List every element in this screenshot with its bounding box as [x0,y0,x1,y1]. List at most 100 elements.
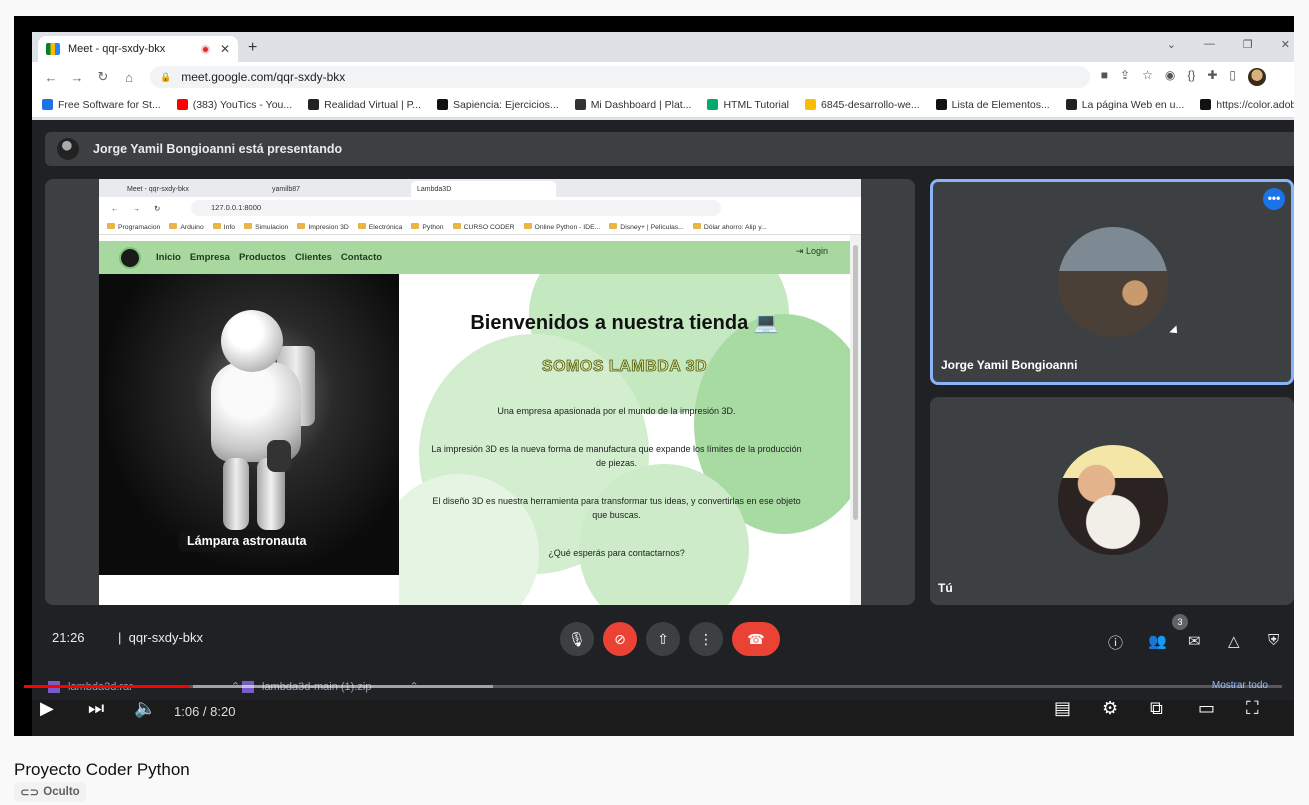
camera-off-icon[interactable]: ⊘ [603,622,637,656]
shared-scrollbar [850,235,861,605]
bookmark-favicon-icon [935,99,947,110]
chat-icon[interactable]: ✉ [1188,632,1201,650]
json-extension-icon[interactable]: {} [1187,68,1195,86]
bookmark-item[interactable]: Sapiencia: Ejercicios... [437,99,559,111]
profile-avatar[interactable] [1248,68,1266,86]
folder-icon [212,222,221,229]
site-nav-item: Contacto [340,252,383,263]
bookmark-favicon-icon [42,99,53,110]
tab-meet[interactable]: Meet - qqr-sxdy-bkx ✕ [38,36,238,62]
participant-tile-presenter[interactable]: ••• Jorge Yamil Bongioanni [930,179,1294,385]
site-nav-item: Empresa [189,252,230,263]
shared-favorites-bar: Programacion Arduino Info Simulacion Impresi… [99,219,861,235]
bookmark-item[interactable]: https://color.adobe.... [1200,99,1294,111]
participant-avatar [1058,227,1168,337]
minimize-icon[interactable]: — [1204,38,1215,51]
tab-search-icon[interactable]: ⌄ [1167,38,1176,51]
shared-favorite-item: Online Python - IDE... [523,222,600,231]
meet-controls-bar: 21:26 | qqr-sxdy-bkx 🎙 ⊘ ⇧ ⋮ ☎ ⓘ 👥 3 ✉ △… [32,614,1294,672]
presenter-avatar [57,138,79,160]
browser-toolbar: ← → ↻ ⌂ 🔒 meet.google.com/qqr-sxdy-bkx ■… [32,62,1294,92]
bookmark-item[interactable]: 6845-desarrollo-we... [805,99,920,111]
bookmark-item[interactable]: La página Web en u... [1065,99,1184,111]
host-controls-icon[interactable]: ⛨ [1268,632,1279,649]
puzzle-icon[interactable]: ✚ [1207,68,1217,86]
bookmark-favicon-icon [1200,99,1212,110]
shared-favorite-item: Electrónica [357,222,402,231]
astronaut-image: Lámpara astronauta [99,274,399,575]
presentation-stage: Meet - qqr-sxdy-bkx yamilb87 Lambda3D ← … [45,179,915,605]
forward-icon[interactable]: → [70,70,84,85]
bookmark-favicon-icon [176,99,188,110]
camera-icon[interactable]: ■ [1101,68,1108,86]
video-progress-bar[interactable] [24,685,1282,688]
share-icon[interactable]: ⇪ [1120,68,1130,86]
shared-favorite-item: Arduino [169,222,204,231]
side-panel-icon[interactable]: ▯ [1229,68,1236,86]
bookmark-item[interactable]: Realidad Virtual | P... [308,99,421,111]
participant-name: Jorge Yamil Bongioanni [941,358,1078,372]
video-time: 1:06 / 8:20 [174,704,236,719]
meet-favicon-icon [46,43,60,55]
people-count-badge: 3 [1172,614,1188,630]
shared-favorite-item: Info [212,222,235,231]
play-icon[interactable]: ▶ [40,698,54,719]
new-tab-button[interactable]: + [248,39,257,57]
bookmark-favicon-icon [308,99,320,110]
site-subheading: SOMOS LAMBDA 3D [541,358,708,376]
bookmark-item[interactable]: HTML Tutorial [707,99,789,111]
shared-address-row: ← → ↻ 127.0.0.1:8000 [99,197,861,219]
mouse-cursor-icon [1169,325,1181,337]
player-controls: ▶ ⏭ 🔈 1:06 / 8:20 ▤ ⚙ ⧉ ▭ ⛶ [14,694,1294,730]
extension-icon[interactable]: ◉ [1165,68,1175,86]
participant-avatar [1058,445,1168,555]
volume-icon[interactable]: 🔈 [134,698,156,719]
video-player[interactable]: Meet - qqr-sxdy-bkx ✕ + ⌄ — ❐ ✕ ← → ↻ ⌂ … [14,16,1294,736]
theater-mode-icon[interactable]: ▭ [1198,698,1215,719]
tab-title: Meet - qqr-sxdy-bkx [68,43,166,55]
shared-favorite-item: Impresion 3D [297,222,349,231]
activities-icon[interactable]: △ [1228,632,1240,650]
folder-icon [357,222,366,229]
meet-window: Jorge Yamil Bongioanni está presentando … [32,120,1294,672]
reload-icon[interactable]: ↻ [96,69,110,85]
meeting-code: | qqr-sxdy-bkx [118,630,204,645]
subtitles-icon[interactable]: ▤ [1054,698,1071,719]
link-icon: ⊂⊃ [20,787,40,799]
buffered-bar [193,685,493,688]
close-window-icon[interactable]: ✕ [1281,38,1290,51]
played-bar [24,685,191,688]
participant-tile-self[interactable]: Tú [930,397,1294,605]
present-screen-icon[interactable]: ⇧ [646,622,680,656]
bookmark-item[interactable]: Free Software for St... [42,99,161,111]
people-icon[interactable]: 👥 [1148,632,1167,650]
settings-gear-icon[interactable]: ⚙ [1102,698,1118,719]
info-icon[interactable]: ⓘ [1108,632,1123,653]
star-icon[interactable]: ☆ [1142,68,1153,86]
shared-favorite-item: Dólar ahorro: Alip y... [692,222,767,231]
more-icon[interactable]: ⋮ [689,622,723,656]
more-options-icon[interactable]: ••• [1263,188,1285,210]
shared-browser-tabs: Meet - qqr-sxdy-bkx yamilb87 Lambda3D [99,179,861,197]
bookmark-item[interactable]: (383) YouTics - You... [176,99,292,111]
miniplayer-icon[interactable]: ⧉ [1150,698,1163,719]
address-bar[interactable]: 🔒 meet.google.com/qqr-sxdy-bkx [150,66,1090,88]
bookmark-item[interactable]: Lista de Elementos... [935,99,1050,111]
folder-icon [244,222,253,229]
bookmark-item[interactable]: Mi Dashboard | Plat... [574,99,691,111]
fullscreen-icon[interactable]: ⛶ [1246,698,1259,719]
maximize-icon[interactable]: ❐ [1243,38,1253,51]
next-icon[interactable]: ⏭ [88,698,104,719]
bookmark-favicon-icon [574,99,586,110]
shared-reload-icon: ↻ [154,203,161,213]
lambda3d-site: Inicio Empresa Productos Clientes Contacto ⇥… [99,235,850,605]
hang-up-icon[interactable]: ☎ [732,622,780,656]
presenting-banner: Jorge Yamil Bongioanni está presentando [45,132,1294,166]
back-icon[interactable]: ← [44,70,58,85]
site-heading: Bienvenidos a nuestra tienda 💻 [470,312,779,334]
home-icon[interactable]: ⌂ [122,70,136,85]
visibility-badge: ⊂⊃ Oculto [14,782,86,802]
site-paragraph: Una empresa apasionada por el mundo de l… [497,406,736,416]
microphone-icon[interactable]: 🎙 [560,622,594,656]
close-tab-icon[interactable]: ✕ [220,42,230,56]
